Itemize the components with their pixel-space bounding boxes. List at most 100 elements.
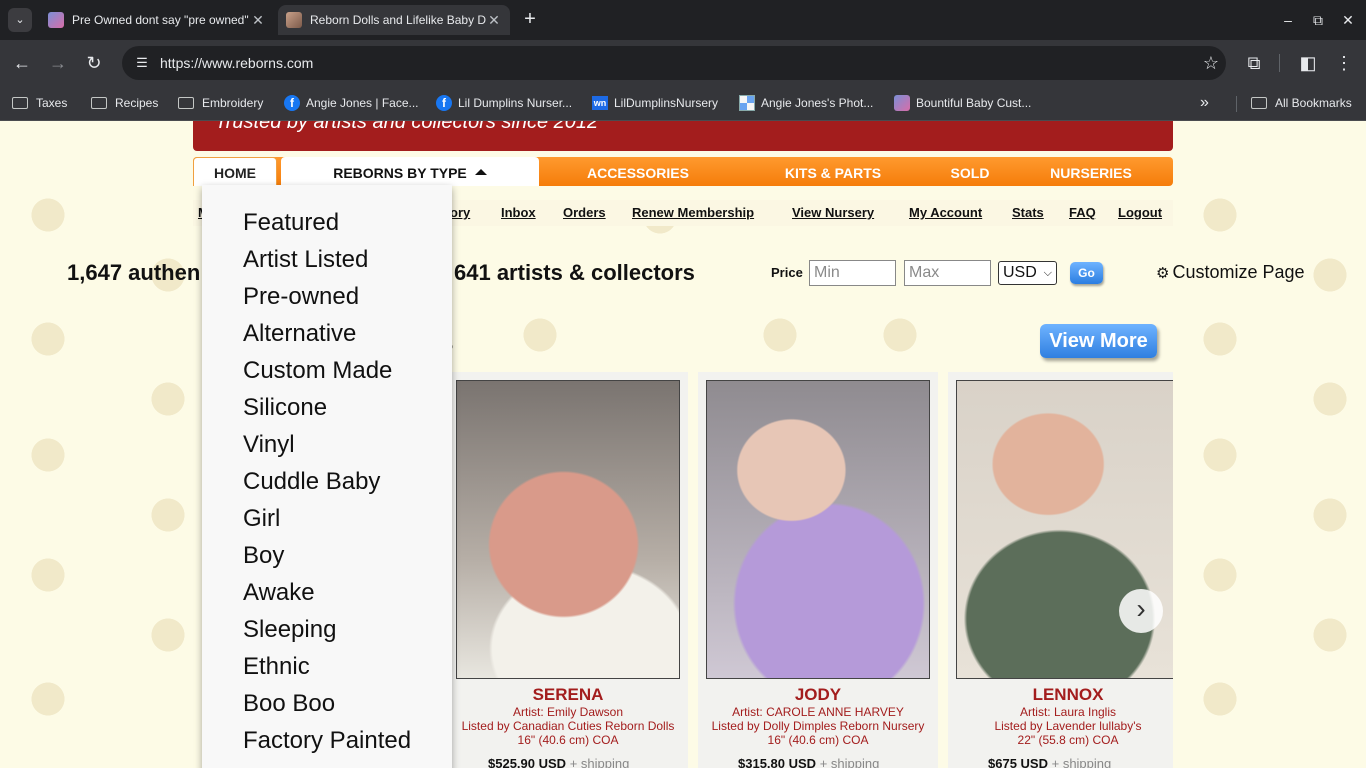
dropdown-item-vinyl[interactable]: Vinyl xyxy=(243,431,295,459)
product-photo[interactable] xyxy=(956,380,1173,679)
product-price: $315.80 USD + shipping xyxy=(738,756,879,768)
bookmark-lil-dumplins-facebook[interactable]: f Lil Dumplins Nurser... xyxy=(436,92,572,114)
customize-page-link[interactable]: ⚙ Customize Page xyxy=(1156,262,1305,283)
bookmark-angie-photos[interactable]: Angie Jones's Phot... xyxy=(739,92,873,114)
web-page: Trusted by artists and collectors since … xyxy=(0,121,1366,768)
price-max-input[interactable] xyxy=(904,260,991,286)
product-photo[interactable] xyxy=(706,380,930,679)
carousel-next-chevron-icon[interactable]: › xyxy=(1119,589,1163,633)
main-nav: HOME REBORNS BY TYPE ACCESSORIES KITS & … xyxy=(193,157,1173,186)
more-bookmarks-chevron-icon[interactable]: » xyxy=(1200,92,1209,114)
dropdown-item-cuddle-baby[interactable]: Cuddle Baby xyxy=(243,468,380,496)
subnav-inbox[interactable]: Inbox xyxy=(501,205,536,220)
close-window-icon[interactable]: ✕ xyxy=(1336,8,1360,32)
photos-icon xyxy=(739,95,755,111)
new-tab-plus-icon[interactable]: + xyxy=(518,8,542,32)
product-listed-by: Listed by Lavender lullaby's xyxy=(994,719,1142,733)
product-card[interactable]: LENNOX Artist: Laura Inglis Listed by La… xyxy=(948,372,1173,768)
bookmark-recipes[interactable]: Recipes xyxy=(91,92,158,114)
product-name[interactable]: SERENA xyxy=(448,685,688,705)
view-more-button[interactable]: View More xyxy=(1040,324,1157,358)
reload-icon[interactable]: ↻ xyxy=(82,51,106,75)
back-arrow-icon[interactable]: ← xyxy=(10,51,34,75)
bookmark-bountiful-baby[interactable]: Bountiful Baby Cust... xyxy=(894,92,1031,114)
currency-select[interactable]: USD ⌵ xyxy=(998,261,1057,285)
reborns-favicon-icon xyxy=(48,12,64,28)
site-settings-icon[interactable]: ☰ xyxy=(128,55,156,71)
dropdown-item-girl[interactable]: Girl xyxy=(243,505,280,533)
subnav-faq[interactable]: FAQ xyxy=(1069,205,1096,220)
wn-icon: wn xyxy=(592,96,608,110)
reborns-by-type-dropdown: Featured Artist Listed Pre-owned Alterna… xyxy=(202,185,452,768)
baby-face-pattern-icon xyxy=(148,617,188,657)
baby-face-pattern-icon xyxy=(1310,257,1350,297)
subnav-orders[interactable]: Orders xyxy=(563,205,606,220)
nav-home[interactable]: HOME xyxy=(193,157,277,186)
product-price: $675 USD + shipping xyxy=(988,756,1111,768)
dropdown-item-silicone[interactable]: Silicone xyxy=(243,394,327,422)
nav-accessories[interactable]: ACCESSORIES xyxy=(545,157,731,186)
tab-search-chevron-icon[interactable]: ⌄ xyxy=(8,8,32,32)
bookmark-angie-facebook[interactable]: f Angie Jones | Face... xyxy=(284,92,419,114)
baby-face-pattern-icon xyxy=(28,681,68,721)
subnav-renew-membership[interactable]: Renew Membership xyxy=(632,205,754,220)
dropdown-item-factory-painted[interactable]: Factory Painted xyxy=(243,727,411,755)
product-name[interactable]: LENNOX xyxy=(948,685,1173,705)
dropdown-item-boy[interactable]: Boy xyxy=(243,542,284,570)
dropdown-item-ethnic[interactable]: Ethnic xyxy=(243,653,310,681)
subnav-my-account[interactable]: My Account xyxy=(909,205,982,220)
side-panel-icon[interactable]: ◧ xyxy=(1296,51,1320,75)
dropdown-item-boo-boo[interactable]: Boo Boo xyxy=(243,690,335,718)
nav-reborns-by-type[interactable]: REBORNS BY TYPE xyxy=(281,157,539,186)
menu-dots-icon[interactable]: ⋮ xyxy=(1332,51,1356,75)
price-value: $525.90 USD xyxy=(488,756,567,768)
all-bookmarks[interactable]: All Bookmarks xyxy=(1251,92,1352,114)
product-size: 22" (55.8 cm) COA xyxy=(1017,733,1119,747)
dropdown-item-custom-made[interactable]: Custom Made xyxy=(243,357,392,385)
subnav-logout[interactable]: Logout xyxy=(1118,205,1162,220)
product-card[interactable]: SERENA Artist: Emily Dawson Listed by Ca… xyxy=(448,372,688,768)
banner-tagline: Trusted by artists and collectors since … xyxy=(215,121,599,133)
nav-nurseries[interactable]: NURSERIES xyxy=(1033,157,1149,186)
product-name[interactable]: JODY xyxy=(698,685,938,705)
extensions-puzzle-icon[interactable]: ⧉ xyxy=(1242,51,1266,75)
dropdown-item-awake[interactable]: Awake xyxy=(243,579,315,607)
nav-kits-parts[interactable]: KITS & PARTS xyxy=(765,157,901,186)
site-banner: Trusted by artists and collectors since … xyxy=(193,121,1173,151)
product-card[interactable]: JODY Artist: CAROLE ANNE HARVEY Listed b… xyxy=(698,372,938,768)
price-go-button[interactable]: Go xyxy=(1070,262,1103,284)
subnav-stats[interactable]: Stats xyxy=(1012,205,1044,220)
baby-face-pattern-icon xyxy=(1200,557,1240,597)
subnav-view-nursery[interactable]: View Nursery xyxy=(792,205,874,220)
dropdown-item-alternative[interactable]: Alternative xyxy=(243,320,356,348)
bookmark-embroidery[interactable]: Embroidery xyxy=(178,92,263,114)
close-tab-icon[interactable]: ✕ xyxy=(250,12,266,29)
product-artist: Artist: CAROLE ANNE HARVEY xyxy=(732,705,904,719)
facebook-icon: f xyxy=(436,95,452,111)
bookmark-lildumplinsnursery[interactable]: wn LilDumplinsNursery xyxy=(592,92,718,114)
dropdown-item-featured[interactable]: Featured xyxy=(243,209,339,237)
product-price: $525.90 USD + shipping xyxy=(488,756,629,768)
dropdown-item-pre-owned[interactable]: Pre-owned xyxy=(243,283,359,311)
minimize-icon[interactable]: – xyxy=(1276,8,1300,32)
artist-count: 641 artists & collectors xyxy=(454,260,695,285)
tab-reborn-dolls[interactable]: Reborn Dolls and Lifelike Baby Dolls ✕ xyxy=(278,5,510,35)
bookmark-taxes[interactable]: Taxes xyxy=(12,92,67,114)
bookmark-label: All Bookmarks xyxy=(1275,96,1352,110)
subnav-history[interactable]: ory xyxy=(450,205,470,220)
forward-arrow-icon[interactable]: → xyxy=(46,51,70,75)
url-text[interactable]: https://www.reborns.com xyxy=(160,55,1196,71)
bookmarks-divider xyxy=(1236,96,1237,112)
bookmark-star-icon[interactable]: ☆ xyxy=(1196,53,1226,74)
address-bar[interactable]: ☰ https://www.reborns.com ☆ xyxy=(122,46,1226,80)
price-min-input[interactable] xyxy=(809,260,896,286)
nav-sold[interactable]: SOLD xyxy=(935,157,1005,186)
tab-pre-owned[interactable]: Pre Owned dont say "pre owned" ✕ xyxy=(40,5,274,35)
restore-icon[interactable]: ⧉ xyxy=(1306,8,1330,32)
dropdown-item-sleeping[interactable]: Sleeping xyxy=(243,616,336,644)
doll-favicon-icon xyxy=(286,12,302,28)
close-tab-icon[interactable]: ✕ xyxy=(486,12,502,29)
baby-face-pattern-icon xyxy=(28,557,68,597)
dropdown-item-artist-listed[interactable]: Artist Listed xyxy=(243,246,368,274)
product-photo[interactable] xyxy=(456,380,680,679)
